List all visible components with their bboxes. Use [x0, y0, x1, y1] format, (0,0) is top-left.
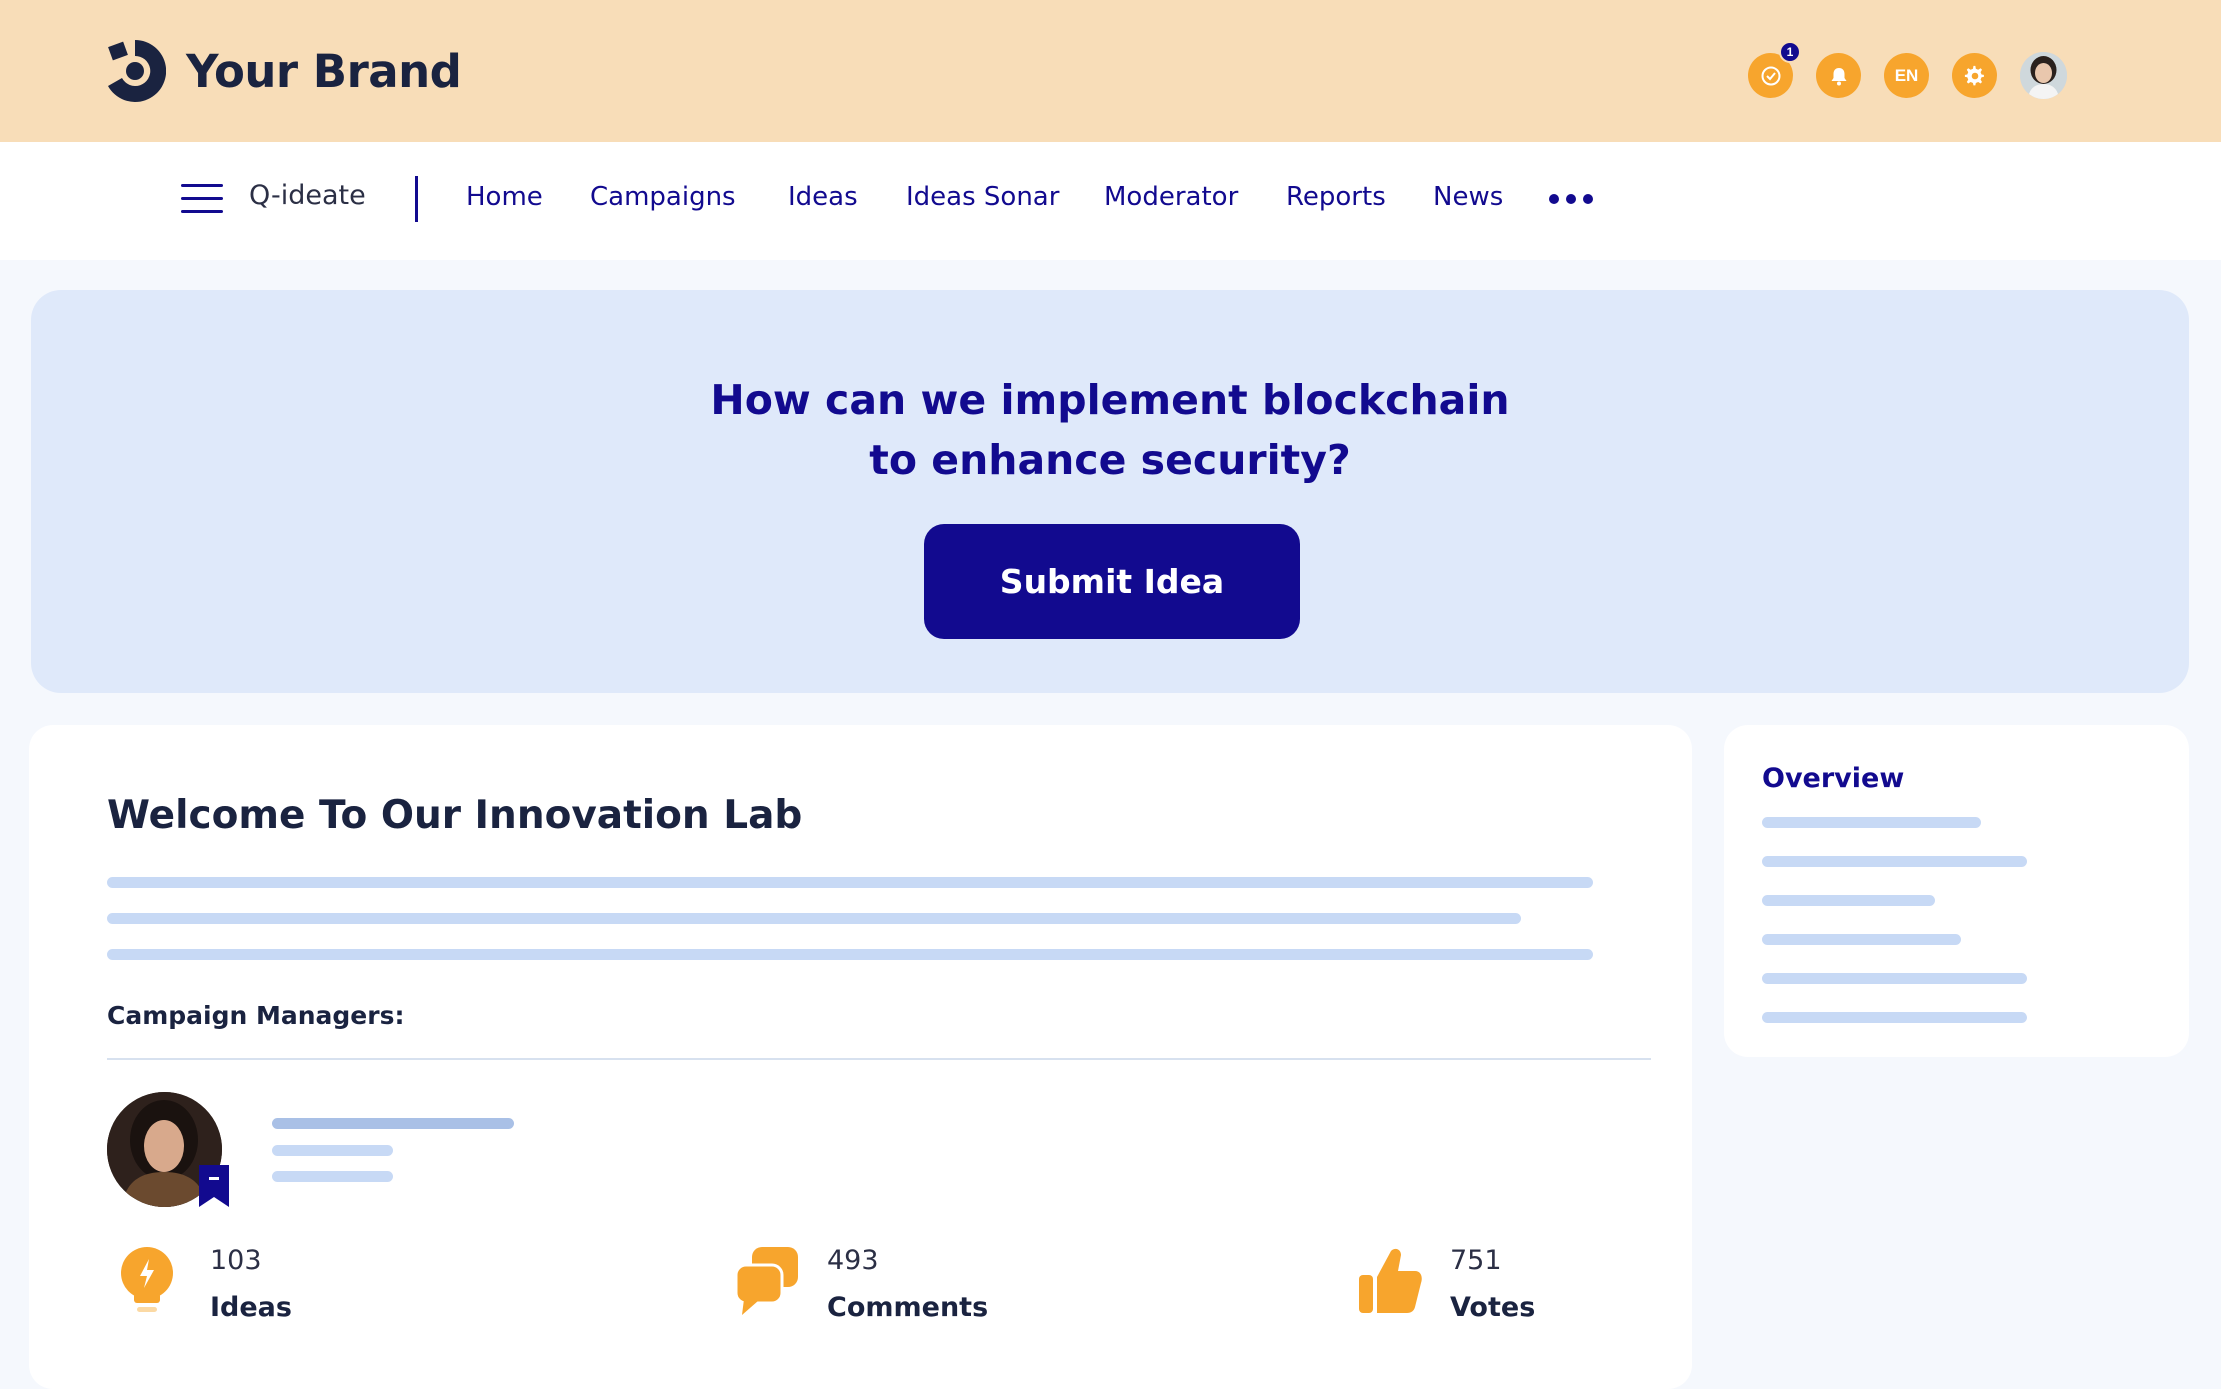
stat-comments[interactable]: 493 Comments: [734, 1245, 988, 1323]
notifications-button[interactable]: [1816, 53, 1861, 98]
stat-label: Comments: [827, 1292, 989, 1323]
text-placeholder-line: [107, 877, 1593, 888]
comments-icon: [734, 1247, 798, 1315]
notification-badge: 1: [1779, 41, 1801, 63]
stat-comments-text: 493 Comments: [827, 1245, 988, 1323]
brand-logo-icon: [108, 39, 166, 102]
page: Your Brand 1 EN Q-ideate Home Campaigns …: [0, 0, 2221, 1389]
submit-idea-button[interactable]: Submit Idea: [924, 524, 1300, 639]
stat-value: 493: [827, 1245, 879, 1276]
nav-divider: [415, 176, 418, 222]
hero-banner: How can we implement blockchain to enhan…: [31, 290, 2189, 693]
brand[interactable]: Your Brand: [104, 36, 462, 106]
nav-item-moderator[interactable]: Moderator: [1104, 182, 1238, 212]
check-circle-icon: [1761, 66, 1780, 85]
stat-value: 103: [210, 1245, 262, 1276]
stat-ideas-text: 103 Ideas: [210, 1245, 292, 1323]
bookmark-icon: [199, 1165, 229, 1207]
menu-icon[interactable]: [181, 184, 223, 216]
overview-title: Overview: [1762, 763, 1905, 794]
app-name[interactable]: Q-ideate: [249, 180, 366, 211]
overview-placeholder-line: [1762, 1012, 2027, 1023]
stat-label: Votes: [1450, 1292, 1536, 1323]
lightbulb-icon: [121, 1247, 173, 1312]
top-bar: Your Brand 1 EN: [0, 0, 2221, 142]
overview-placeholder-line: [1762, 934, 1961, 945]
language-label: EN: [1894, 65, 1919, 85]
top-icons: 1 EN: [1748, 41, 2067, 99]
stat-value: 751: [1450, 1245, 1502, 1276]
campaign-managers-label: Campaign Managers:: [107, 1001, 405, 1030]
brand-name: Your Brand: [186, 44, 462, 98]
bell-icon: [1831, 67, 1846, 85]
more-options-icon[interactable]: [1549, 194, 1600, 204]
nav-item-reports[interactable]: Reports: [1286, 182, 1386, 212]
text-placeholder-line: [272, 1145, 393, 1156]
name-placeholder-line: [272, 1118, 514, 1129]
stat-ideas[interactable]: 103 Ideas: [117, 1245, 292, 1323]
nav-item-ideas[interactable]: Ideas: [788, 182, 858, 212]
campaign-question: How can we implement blockchain to enhan…: [31, 370, 2189, 490]
overview-card: Overview: [1724, 725, 2189, 1057]
thumbs-up-icon: [1359, 1248, 1422, 1313]
tasks-button[interactable]: 1: [1748, 41, 1801, 98]
divider: [107, 1058, 1651, 1060]
text-placeholder-line: [272, 1171, 393, 1182]
language-button[interactable]: EN: [1884, 53, 1929, 98]
stat-votes[interactable]: 751 Votes: [1357, 1245, 1535, 1323]
user-avatar[interactable]: [2020, 52, 2067, 99]
text-placeholder-line: [107, 913, 1521, 924]
text-placeholder-line: [107, 949, 1593, 960]
nav-item-news[interactable]: News: [1433, 182, 1503, 212]
gear-icon: [1964, 65, 1984, 85]
overview-placeholder-line: [1762, 856, 2027, 867]
overview-placeholder-line: [1762, 895, 1935, 906]
campaign-question-line1: How can we implement blockchain: [710, 376, 1510, 424]
nav-item-campaigns[interactable]: Campaigns: [590, 182, 736, 212]
user-avatar-image: [2020, 52, 2067, 99]
nav-item-ideas-sonar[interactable]: Ideas Sonar: [906, 182, 1059, 212]
campaign-question-line2: to enhance security?: [869, 436, 1351, 484]
welcome-title: Welcome To Our Innovation Lab: [107, 793, 803, 838]
welcome-card: Welcome To Our Innovation Lab Campaign M…: [29, 725, 1692, 1389]
settings-button[interactable]: [1952, 53, 1997, 98]
nav-bar: Q-ideate Home Campaigns Ideas Ideas Sona…: [0, 142, 2221, 260]
overview-placeholder-line: [1762, 817, 1981, 828]
stat-votes-text: 751 Votes: [1450, 1245, 1535, 1323]
nav-item-home[interactable]: Home: [466, 182, 543, 212]
overview-placeholder-line: [1762, 973, 2027, 984]
stat-label: Ideas: [210, 1292, 292, 1323]
